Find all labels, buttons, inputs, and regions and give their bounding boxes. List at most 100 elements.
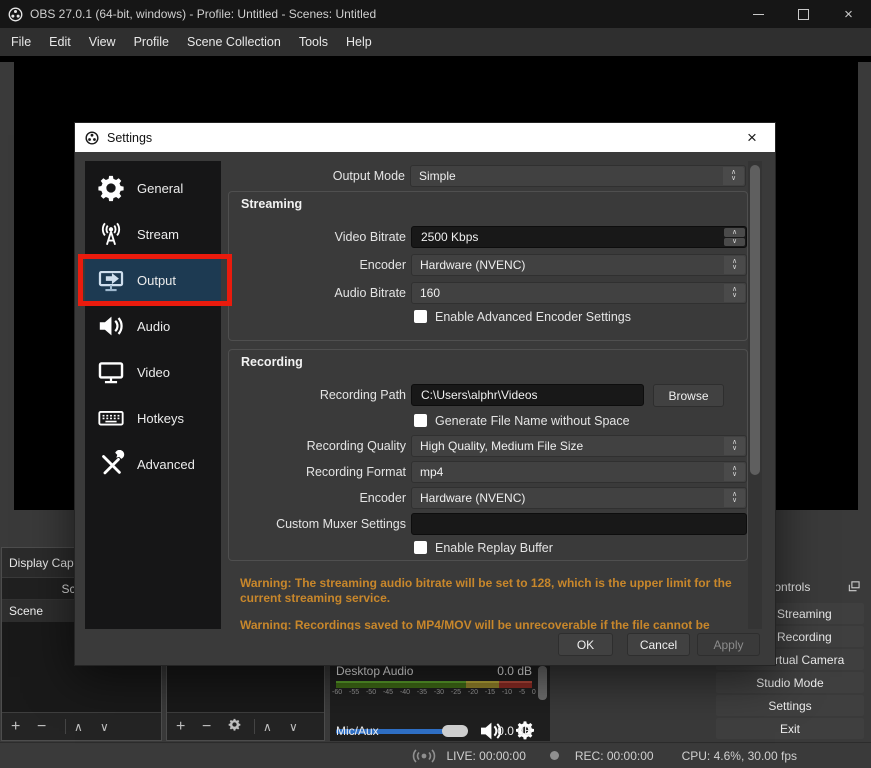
mic-aux-label: Mic/Aux <box>336 724 379 738</box>
recording-quality-select[interactable]: High Quality, Medium File Size ∧∨ <box>411 435 747 457</box>
gear-icon <box>97 174 125 202</box>
recording-encoder-select[interactable]: Hardware (NVENC) ∧∨ <box>411 487 747 509</box>
move-scene-up-button[interactable]: ∧ <box>74 719 100 735</box>
monitor-icon <box>97 358 125 386</box>
move-scene-down-button[interactable]: ∨ <box>100 719 126 735</box>
dropdown-chevrons-icon[interactable]: ∧∨ <box>723 167 744 185</box>
apply-button: Apply <box>697 633 760 656</box>
cpu-fps-stats: CPU: 4.6%, 30.00 fps <box>682 749 797 763</box>
streaming-group: Streaming Video Bitrate 2500 Kbps ∧∨ Enc… <box>228 191 748 341</box>
dropdown-chevrons-icon[interactable]: ∧∨ <box>724 489 745 507</box>
toolbar-separator <box>65 719 66 734</box>
desktop-audio-level: 0.0 dB <box>497 664 532 678</box>
settings-dialog: Settings × General Stream Output Audio <box>75 123 775 665</box>
move-source-up-button[interactable]: ∧ <box>263 719 289 735</box>
video-bitrate-input[interactable]: 2500 Kbps ∧∨ <box>411 226 747 248</box>
dropdown-chevrons-icon[interactable]: ∧∨ <box>724 437 745 455</box>
menu-item-scene-collection[interactable]: Scene Collection <box>178 28 290 56</box>
rec-time: REC: 00:00:00 <box>575 749 654 763</box>
sidebar-item-hotkeys[interactable]: Hotkeys <box>85 398 221 438</box>
audio-bitrate-select[interactable]: 160 ∧∨ <box>411 282 747 304</box>
custom-muxer-label: Custom Muxer Settings <box>239 513 406 535</box>
add-scene-button[interactable]: + <box>11 719 37 735</box>
settings-sidebar: General Stream Output Audio Video Hotkey… <box>85 161 221 629</box>
custom-muxer-input[interactable] <box>411 513 747 535</box>
mixer-scrollbar[interactable] <box>538 666 547 700</box>
cancel-button[interactable]: Cancel <box>627 633 690 656</box>
streaming-group-title: Streaming <box>241 197 302 211</box>
dropdown-chevrons-icon[interactable]: ∧∨ <box>724 284 745 302</box>
warnings-area: Warning: The streaming audio bitrate wil… <box>240 576 745 630</box>
desktop-audio-label: Desktop Audio <box>336 664 413 678</box>
meter-green-segment <box>336 681 466 688</box>
sidebar-item-stream[interactable]: Stream <box>85 214 221 254</box>
speaker-icon <box>97 312 125 340</box>
close-icon: × <box>844 7 853 22</box>
maximize-button[interactable] <box>781 0 826 28</box>
tools-icon <box>97 450 125 478</box>
menu-item-profile[interactable]: Profile <box>125 28 178 56</box>
sidebar-item-advanced[interactable]: Advanced <box>85 444 221 484</box>
remove-scene-button[interactable]: − <box>37 719 63 735</box>
generate-filename-checkbox[interactable] <box>414 414 427 427</box>
close-icon: × <box>747 128 757 148</box>
meter-red-segment <box>499 681 532 688</box>
dropdown-chevrons-icon[interactable]: ∧∨ <box>724 463 745 481</box>
close-button[interactable]: × <box>826 0 871 28</box>
dialog-scrollbar-thumb[interactable] <box>750 165 760 475</box>
rec-dot-icon <box>550 751 559 760</box>
replay-buffer-checkbox[interactable] <box>414 541 427 554</box>
studio-mode-button[interactable]: Studio Mode <box>716 672 864 693</box>
browse-button[interactable]: Browse <box>653 384 724 407</box>
live-time: LIVE: 00:00:00 <box>446 749 525 763</box>
antenna-icon <box>97 220 125 248</box>
recording-format-label: Recording Format <box>239 461 406 483</box>
minimize-button[interactable] <box>736 0 781 28</box>
stream-encoder-label: Encoder <box>239 254 406 276</box>
audio-mixer-dock: Desktop Audio 0.0 dB -60-55-50-45-40-35-… <box>330 660 550 741</box>
menu-item-file[interactable]: File <box>2 28 40 56</box>
add-source-button[interactable]: + <box>176 719 202 735</box>
generate-filename-checkbox-label: Generate File Name without Space <box>435 414 630 428</box>
video-bitrate-label: Video Bitrate <box>239 226 406 248</box>
dock-popout-icon[interactable] <box>848 581 860 595</box>
sidebar-item-video[interactable]: Video <box>85 352 221 392</box>
obs-main-window: OBS 27.0.1 (64-bit, windows) - Profile: … <box>0 0 871 768</box>
desktop-audio-row: Desktop Audio 0.0 dB <box>336 664 532 678</box>
recording-group: Recording Recording Path C:\Users\alphr\… <box>228 349 748 561</box>
audio-bitrate-label: Audio Bitrate <box>239 282 406 304</box>
move-source-down-button[interactable]: ∨ <box>289 719 315 735</box>
recording-format-select[interactable]: mp4 ∧∨ <box>411 461 747 483</box>
meter-yellow-segment <box>466 681 499 688</box>
ok-button[interactable]: OK <box>558 633 613 656</box>
dialog-close-button[interactable]: × <box>737 123 767 152</box>
remove-source-button[interactable]: − <box>202 719 228 735</box>
warning-mp4-recordings: Warning: Recordings saved to MP4/MOV wil… <box>240 618 745 630</box>
exit-button[interactable]: Exit <box>716 718 864 739</box>
mic-aux-row: Mic/Aux 0.0 dB <box>336 724 532 738</box>
menu-item-view[interactable]: View <box>80 28 125 56</box>
stream-encoder-select[interactable]: Hardware (NVENC) ∧∨ <box>411 254 747 276</box>
desktop-audio-volume-meter <box>336 681 532 688</box>
window-controls: × <box>736 0 871 28</box>
warning-audio-bitrate: Warning: The streaming audio bitrate wil… <box>240 576 745 606</box>
spinner-buttons[interactable]: ∧∨ <box>724 228 745 246</box>
settings-button[interactable]: Settings <box>716 695 864 716</box>
source-properties-gear-icon[interactable] <box>228 718 252 735</box>
menu-item-help[interactable]: Help <box>337 28 381 56</box>
toolbar-separator <box>254 719 255 734</box>
recording-path-input[interactable]: C:\Users\alphr\Videos <box>411 384 644 406</box>
sources-toolbar: + − ∧ ∨ <box>167 712 324 740</box>
menu-item-tools[interactable]: Tools <box>290 28 337 56</box>
sidebar-item-general[interactable]: General <box>85 168 221 208</box>
sidebar-item-audio[interactable]: Audio <box>85 306 221 346</box>
mixer-tick-labels: -60-55-50-45-40-35-30-25-20-15-10-50 <box>332 689 536 696</box>
maximize-icon <box>798 9 809 20</box>
output-mode-select[interactable]: Simple ∧∨ <box>410 165 746 187</box>
advanced-encoder-checkbox[interactable] <box>414 310 427 323</box>
obs-logo-icon <box>8 7 23 22</box>
output-mode-label: Output Mode <box>230 165 405 187</box>
menu-item-edit[interactable]: Edit <box>40 28 80 56</box>
window-title: OBS 27.0.1 (64-bit, windows) - Profile: … <box>30 7 376 21</box>
dropdown-chevrons-icon[interactable]: ∧∨ <box>724 256 745 274</box>
